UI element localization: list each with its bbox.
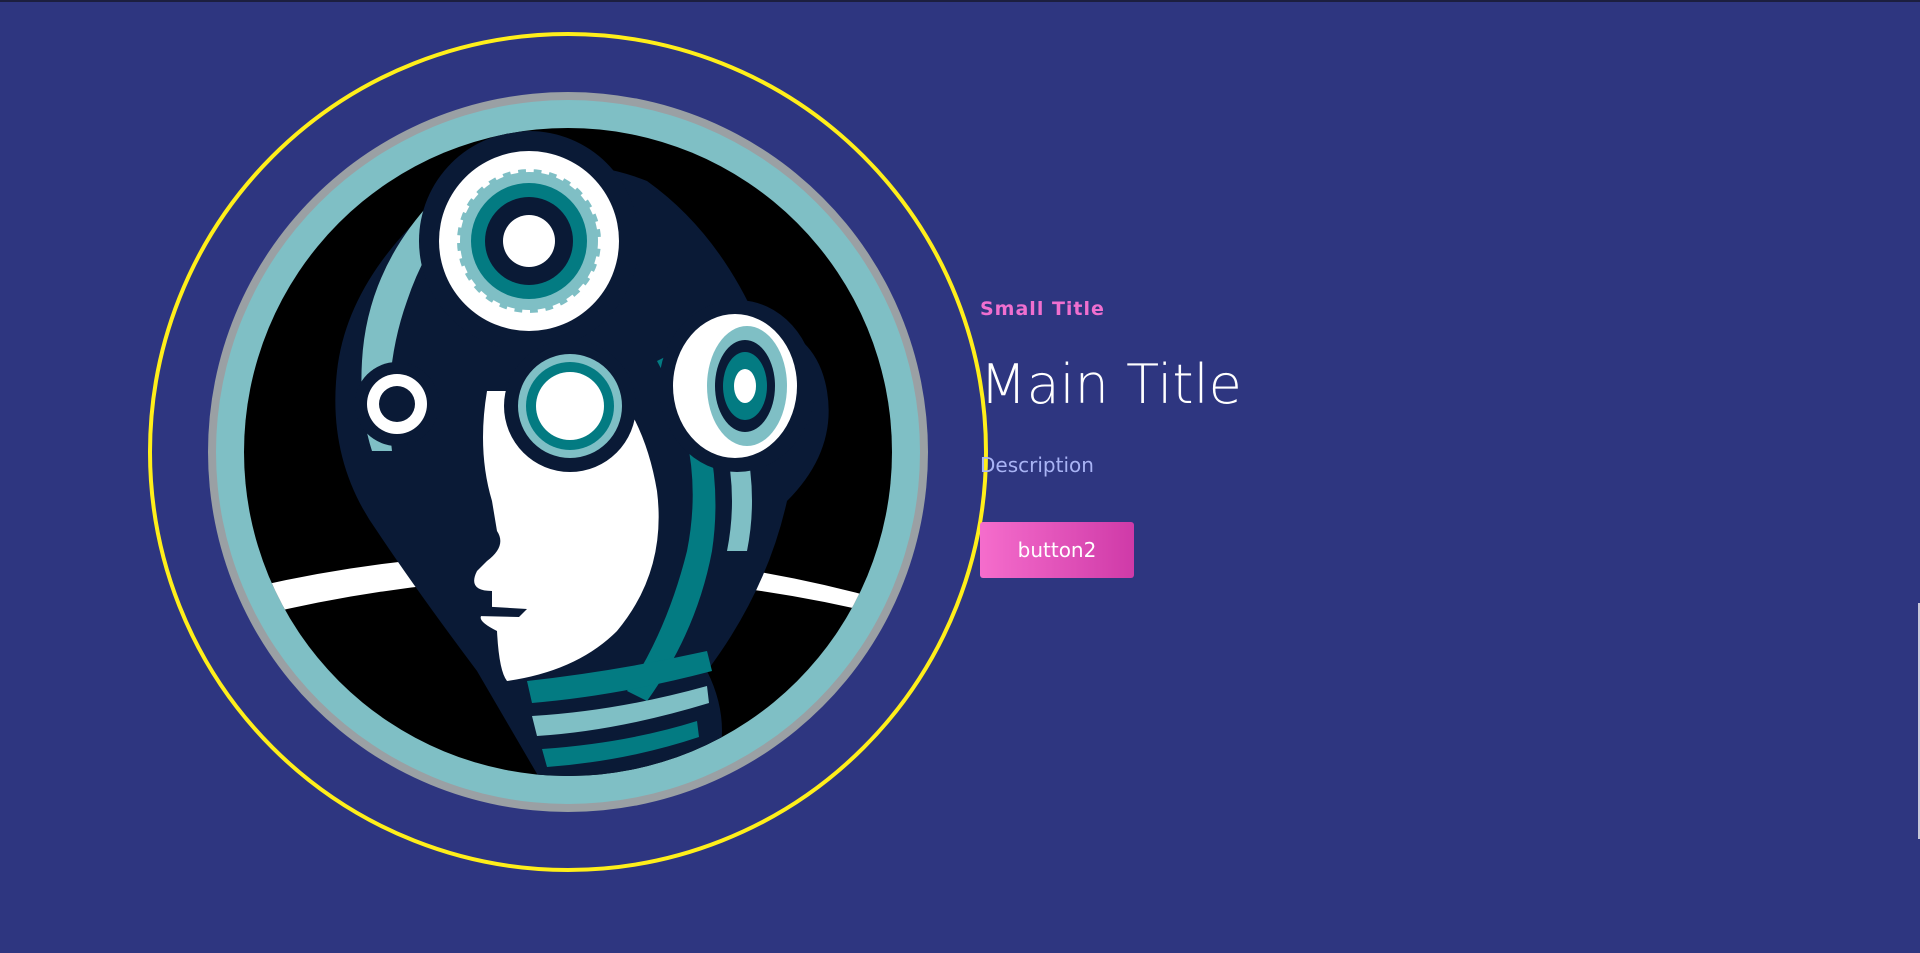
hero-section: Small Title Main Title Description butto… — [0, 0, 1920, 953]
hero-logo-image — [147, 31, 989, 873]
button2-button[interactable]: button2 — [980, 522, 1134, 578]
main-title: Main Title — [980, 353, 1242, 416]
description-text: Description — [980, 453, 1094, 477]
hero-text-block: Small Title Main Title Description butto… — [980, 290, 1580, 578]
robot-head-gears-logo-icon — [148, 32, 988, 872]
page-scrollbar[interactable] — [1914, 0, 1920, 953]
small-title: Small Title — [980, 298, 1105, 320]
